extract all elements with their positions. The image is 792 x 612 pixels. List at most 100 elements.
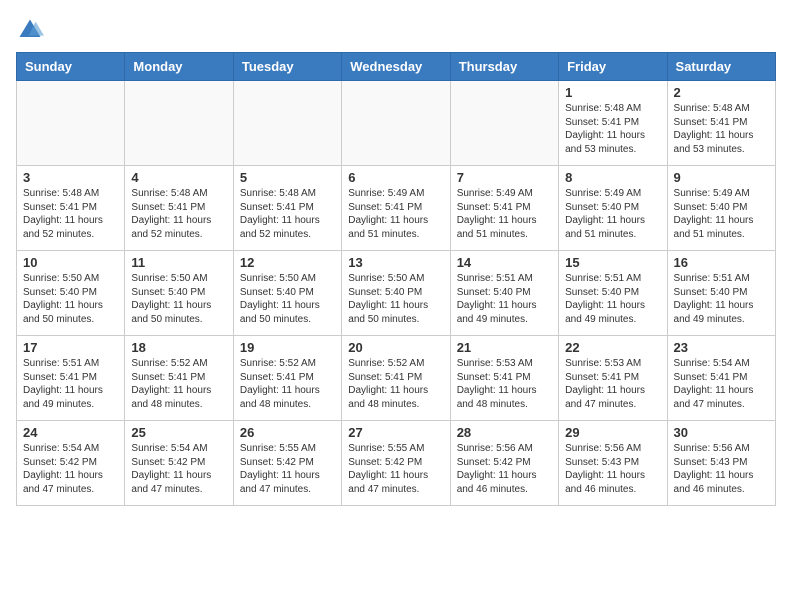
day-header-saturday: Saturday — [667, 53, 775, 81]
day-number: 16 — [674, 255, 769, 270]
day-info: Sunrise: 5:56 AM Sunset: 5:43 PM Dayligh… — [674, 442, 769, 496]
calendar-cell: 12 Sunrise: 5:50 AM Sunset: 5:40 PM Dayli… — [233, 251, 341, 336]
day-info: Sunrise: 5:48 AM Sunset: 5:41 PM Dayligh… — [23, 187, 118, 241]
day-info: Sunrise: 5:54 AM Sunset: 5:41 PM Dayligh… — [674, 357, 769, 411]
day-info: Sunrise: 5:48 AM Sunset: 5:41 PM Dayligh… — [565, 102, 660, 156]
calendar-cell: 19 Sunrise: 5:52 AM Sunset: 5:41 PM Dayli… — [233, 336, 341, 421]
day-number: 25 — [131, 425, 226, 440]
day-number: 17 — [23, 340, 118, 355]
calendar-cell: 20 Sunrise: 5:52 AM Sunset: 5:41 PM Dayli… — [342, 336, 450, 421]
calendar-cell: 17 Sunrise: 5:51 AM Sunset: 5:41 PM Dayli… — [17, 336, 125, 421]
day-number: 6 — [348, 170, 443, 185]
calendar-cell: 27 Sunrise: 5:55 AM Sunset: 5:42 PM Dayli… — [342, 421, 450, 506]
day-info: Sunrise: 5:52 AM Sunset: 5:41 PM Dayligh… — [131, 357, 226, 411]
calendar-cell: 13Sunrise: 5:50 AM Sunset: 5:40 PM Dayli… — [342, 251, 450, 336]
day-header-tuesday: Tuesday — [233, 53, 341, 81]
day-info: Sunrise: 5:53 AM Sunset: 5:41 PM Dayligh… — [457, 357, 552, 411]
calendar-cell — [450, 81, 558, 166]
calendar-cell: 14Sunrise: 5:51 AM Sunset: 5:40 PM Dayli… — [450, 251, 558, 336]
calendar-cell: 3 Sunrise: 5:48 AM Sunset: 5:41 PM Daylig… — [17, 166, 125, 251]
day-info: Sunrise: 5:50 AM Sunset: 5:40 PM Dayligh… — [240, 272, 335, 326]
calendar-cell: 21 Sunrise: 5:53 AM Sunset: 5:41 PM Dayli… — [450, 336, 558, 421]
day-info: Sunrise: 5:53 AM Sunset: 5:41 PM Dayligh… — [565, 357, 660, 411]
day-info: Sunrise: 5:48 AM Sunset: 5:41 PM Dayligh… — [674, 102, 769, 156]
calendar-cell: 10Sunrise: 5:50 AM Sunset: 5:40 PM Dayli… — [17, 251, 125, 336]
calendar-week-4: 17 Sunrise: 5:51 AM Sunset: 5:41 PM Dayli… — [17, 336, 776, 421]
day-number: 7 — [457, 170, 552, 185]
day-number: 2 — [674, 85, 769, 100]
day-info: Sunrise: 5:56 AM Sunset: 5:42 PM Dayligh… — [457, 442, 552, 496]
day-info: Sunrise: 5:56 AM Sunset: 5:43 PM Dayligh… — [565, 442, 660, 496]
calendar-cell: 6 Sunrise: 5:49 AM Sunset: 5:41 PM Daylig… — [342, 166, 450, 251]
calendar-body: 1 Sunrise: 5:48 AM Sunset: 5:41 PM Daylig… — [17, 81, 776, 506]
day-number: 11 — [131, 255, 226, 270]
day-number: 14 — [457, 255, 552, 270]
day-info: Sunrise: 5:49 AM Sunset: 5:41 PM Dayligh… — [457, 187, 552, 241]
day-header-wednesday: Wednesday — [342, 53, 450, 81]
day-number: 19 — [240, 340, 335, 355]
day-number: 26 — [240, 425, 335, 440]
day-number: 4 — [131, 170, 226, 185]
day-header-sunday: Sunday — [17, 53, 125, 81]
day-number: 3 — [23, 170, 118, 185]
day-number: 18 — [131, 340, 226, 355]
day-number: 9 — [674, 170, 769, 185]
day-info: Sunrise: 5:49 AM Sunset: 5:40 PM Dayligh… — [565, 187, 660, 241]
calendar-cell: 18 Sunrise: 5:52 AM Sunset: 5:41 PM Dayli… — [125, 336, 233, 421]
days-of-week-row: SundayMondayTuesdayWednesdayThursdayFrid… — [17, 53, 776, 81]
day-info: Sunrise: 5:52 AM Sunset: 5:41 PM Dayligh… — [348, 357, 443, 411]
day-number: 22 — [565, 340, 660, 355]
day-number: 27 — [348, 425, 443, 440]
day-header-friday: Friday — [559, 53, 667, 81]
day-number: 30 — [674, 425, 769, 440]
day-number: 15 — [565, 255, 660, 270]
day-number: 12 — [240, 255, 335, 270]
calendar-cell: 4 Sunrise: 5:48 AM Sunset: 5:41 PM Daylig… — [125, 166, 233, 251]
calendar-week-5: 24 Sunrise: 5:54 AM Sunset: 5:42 PM Dayli… — [17, 421, 776, 506]
day-info: Sunrise: 5:48 AM Sunset: 5:41 PM Dayligh… — [131, 187, 226, 241]
calendar-cell — [125, 81, 233, 166]
day-number: 5 — [240, 170, 335, 185]
calendar-cell: 22 Sunrise: 5:53 AM Sunset: 5:41 PM Dayli… — [559, 336, 667, 421]
day-header-thursday: Thursday — [450, 53, 558, 81]
calendar-cell: 7 Sunrise: 5:49 AM Sunset: 5:41 PM Daylig… — [450, 166, 558, 251]
day-info: Sunrise: 5:52 AM Sunset: 5:41 PM Dayligh… — [240, 357, 335, 411]
calendar-cell: 28 Sunrise: 5:56 AM Sunset: 5:42 PM Dayli… — [450, 421, 558, 506]
day-number: 1 — [565, 85, 660, 100]
calendar-cell: 5Sunrise: 5:48 AM Sunset: 5:41 PM Daylig… — [233, 166, 341, 251]
day-info: Sunrise: 5:55 AM Sunset: 5:42 PM Dayligh… — [240, 442, 335, 496]
calendar-cell: 8Sunrise: 5:49 AM Sunset: 5:40 PM Daylig… — [559, 166, 667, 251]
calendar-cell: 1 Sunrise: 5:48 AM Sunset: 5:41 PM Daylig… — [559, 81, 667, 166]
day-info: Sunrise: 5:51 AM Sunset: 5:41 PM Dayligh… — [23, 357, 118, 411]
calendar-cell: 23Sunrise: 5:54 AM Sunset: 5:41 PM Dayli… — [667, 336, 775, 421]
day-number: 20 — [348, 340, 443, 355]
calendar-cell — [233, 81, 341, 166]
day-number: 24 — [23, 425, 118, 440]
logo-icon — [16, 16, 44, 44]
day-info: Sunrise: 5:50 AM Sunset: 5:40 PM Dayligh… — [23, 272, 118, 326]
calendar-cell: 24 Sunrise: 5:54 AM Sunset: 5:42 PM Dayli… — [17, 421, 125, 506]
page-header — [16, 16, 776, 44]
calendar-cell: 30 Sunrise: 5:56 AM Sunset: 5:43 PM Dayli… — [667, 421, 775, 506]
day-info: Sunrise: 5:49 AM Sunset: 5:41 PM Dayligh… — [348, 187, 443, 241]
day-header-monday: Monday — [125, 53, 233, 81]
day-info: Sunrise: 5:55 AM Sunset: 5:42 PM Dayligh… — [348, 442, 443, 496]
calendar-cell: 29 Sunrise: 5:56 AM Sunset: 5:43 PM Dayli… — [559, 421, 667, 506]
calendar-cell: 11 Sunrise: 5:50 AM Sunset: 5:40 PM Dayli… — [125, 251, 233, 336]
calendar-header: SundayMondayTuesdayWednesdayThursdayFrid… — [17, 53, 776, 81]
day-number: 13 — [348, 255, 443, 270]
calendar-table: SundayMondayTuesdayWednesdayThursdayFrid… — [16, 52, 776, 506]
day-info: Sunrise: 5:50 AM Sunset: 5:40 PM Dayligh… — [131, 272, 226, 326]
calendar-cell — [17, 81, 125, 166]
calendar-cell: 25 Sunrise: 5:54 AM Sunset: 5:42 PM Dayli… — [125, 421, 233, 506]
day-number: 21 — [457, 340, 552, 355]
day-info: Sunrise: 5:54 AM Sunset: 5:42 PM Dayligh… — [23, 442, 118, 496]
day-info: Sunrise: 5:51 AM Sunset: 5:40 PM Dayligh… — [674, 272, 769, 326]
day-number: 28 — [457, 425, 552, 440]
day-info: Sunrise: 5:54 AM Sunset: 5:42 PM Dayligh… — [131, 442, 226, 496]
calendar-cell: 2 Sunrise: 5:48 AM Sunset: 5:41 PM Daylig… — [667, 81, 775, 166]
day-info: Sunrise: 5:51 AM Sunset: 5:40 PM Dayligh… — [565, 272, 660, 326]
day-number: 29 — [565, 425, 660, 440]
calendar-cell — [342, 81, 450, 166]
calendar-week-1: 1 Sunrise: 5:48 AM Sunset: 5:41 PM Daylig… — [17, 81, 776, 166]
